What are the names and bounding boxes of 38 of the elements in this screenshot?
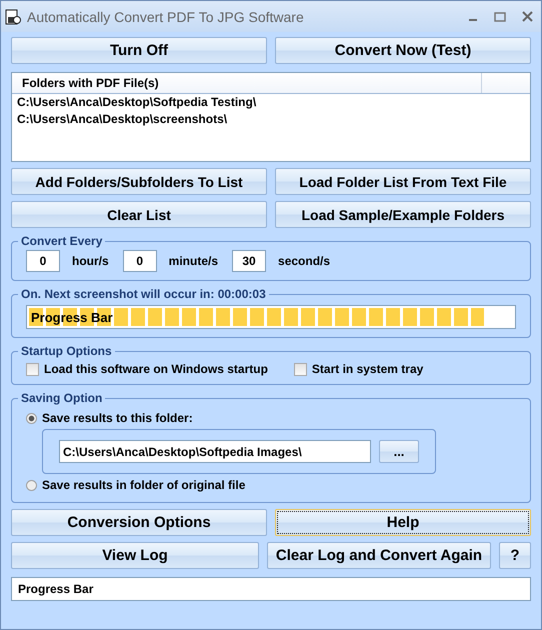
app-icon xyxy=(5,8,21,24)
checkbox[interactable] xyxy=(294,362,307,376)
help-button[interactable]: ? xyxy=(499,542,531,569)
list-item[interactable]: C:\Users\Anca\Desktop\screenshots\ xyxy=(12,111,530,128)
unit-label: second/s xyxy=(278,254,330,268)
close-icon[interactable] xyxy=(522,11,533,22)
action-button[interactable]: Load Sample/Example Folders xyxy=(275,201,531,228)
folder-path-field[interactable]: C:\Users\Anca\Desktop\Softpedia Images\ xyxy=(59,440,371,463)
action-button[interactable]: Convert Now (Test) xyxy=(275,37,531,64)
browse-button[interactable]: ... xyxy=(379,440,419,463)
unit-label: minute/s xyxy=(168,254,218,268)
status-bar: Progress Bar xyxy=(11,577,531,601)
checkbox-label: Load this software on Windows startup xyxy=(44,362,268,376)
clear-log-button[interactable]: Clear Log and Convert Again xyxy=(267,542,491,569)
group-title: Saving Option xyxy=(20,391,104,405)
list-item[interactable]: C:\Users\Anca\Desktop\Softpedia Testing\ xyxy=(12,94,530,111)
action-button[interactable]: Load Folder List From Text File xyxy=(275,168,531,195)
radio-label: Save results in folder of original file xyxy=(42,478,246,492)
action-button[interactable]: Add Folders/Subfolders To List xyxy=(11,168,267,195)
unit-label: hour/s xyxy=(72,254,109,268)
action-button[interactable]: Help xyxy=(275,509,531,536)
action-button[interactable]: Turn Off xyxy=(11,37,267,64)
group-title: On. Next screenshot will occur in: 00:00:03 xyxy=(20,287,267,301)
action-button[interactable]: Conversion Options xyxy=(11,509,267,536)
checkbox-label: Start in system tray xyxy=(312,362,424,376)
action-button[interactable]: Clear List xyxy=(11,201,267,228)
radio-button[interactable] xyxy=(26,412,37,424)
view-log-button[interactable]: View Log xyxy=(11,542,259,569)
number-field[interactable]: 0 xyxy=(122,250,157,272)
number-field[interactable]: 30 xyxy=(232,250,266,272)
checkbox[interactable] xyxy=(26,362,39,376)
group-title: Startup Options xyxy=(20,344,113,358)
maximize-icon[interactable] xyxy=(494,12,506,22)
number-field[interactable]: 0 xyxy=(26,250,60,272)
group-title: Convert Every xyxy=(20,234,104,248)
radio-button[interactable] xyxy=(26,480,37,490)
radio-label: Save results to this folder: xyxy=(42,411,193,425)
window-title: Automatically Convert PDF To JPG Software xyxy=(27,8,305,24)
